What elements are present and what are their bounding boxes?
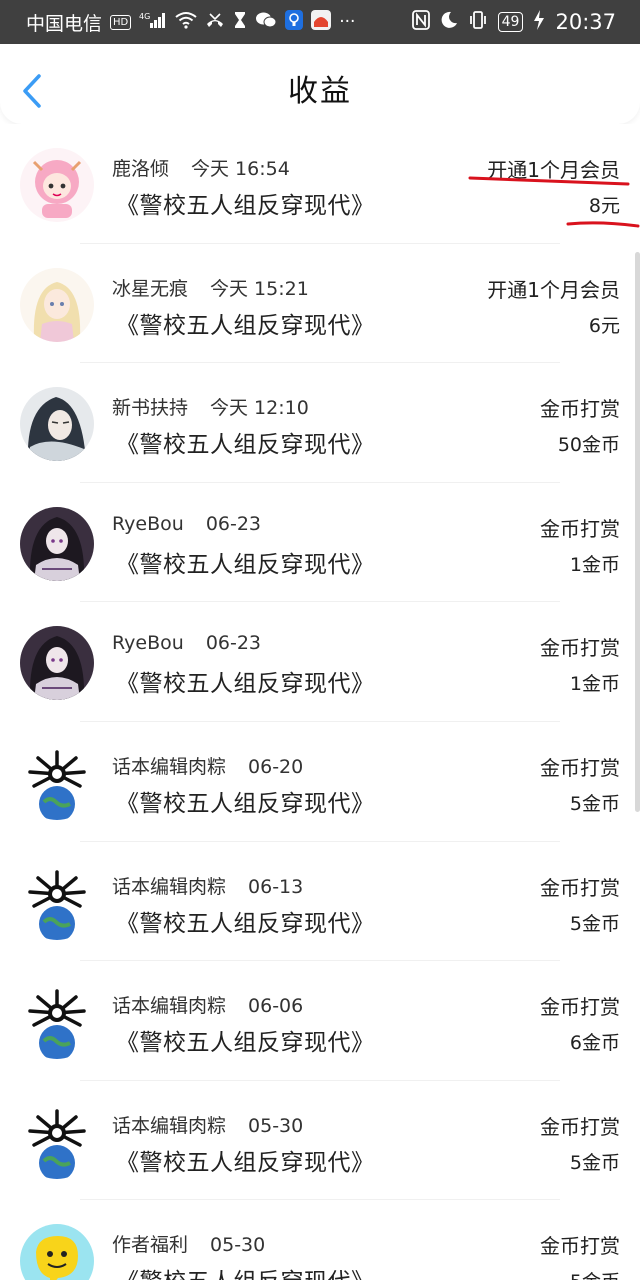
user-name: RyeBou 06-23 xyxy=(112,512,262,535)
earning-type: 金币打赏 xyxy=(540,995,620,1020)
list-item[interactable]: 新书扶持 今天 12:10 《警校五人组反穿现代》 金币打赏 50金币 xyxy=(0,363,640,483)
list-item[interactable]: 话本编辑肉粽 05-30 《警校五人组反穿现代》 金币打赏 5金币 xyxy=(0,1081,640,1201)
record-date: 06-06 xyxy=(248,995,304,1018)
charging-icon xyxy=(533,10,545,34)
earning-amount: 8元 xyxy=(588,195,620,217)
moon-icon xyxy=(440,11,458,33)
earning-type: 金币打赏 xyxy=(540,755,620,780)
earning-amount: 5金币 xyxy=(569,1151,620,1174)
record-date: 06-23 xyxy=(205,632,262,655)
avatar[interactable] xyxy=(20,745,94,820)
earning-type: 金币打赏 xyxy=(540,1234,620,1259)
avatar[interactable] xyxy=(20,1104,94,1179)
list-item[interactable]: 冰星无痕 今天 15:21 《警校五人组反穿现代》 开通1个月会员 6元 xyxy=(0,244,640,364)
list-item[interactable]: 鹿洛倾 今天 16:54 《警校五人组反穿现代》 开通1个月会员 8元 xyxy=(0,124,640,244)
record-date: 今天 12:10 xyxy=(210,397,309,420)
earning-amount: 1金币 xyxy=(569,673,620,696)
book-title: 《警校五人组反穿现代》 xyxy=(116,790,375,817)
app-icon xyxy=(311,10,332,34)
record-date: 05-30 xyxy=(248,1114,304,1137)
avatar[interactable] xyxy=(20,506,94,581)
earning-amount: 5金币 xyxy=(570,1267,620,1280)
earning-type: 金币打赏 xyxy=(540,636,620,661)
earnings-list[interactable]: 鹿洛倾 今天 16:54 《警校五人组反穿现代》 开通1个月会员 8元 冰星无痕今… xyxy=(0,124,640,1280)
user-name: 话本编辑肉粽 06-06 xyxy=(112,995,304,1018)
avatar[interactable] xyxy=(20,1224,94,1280)
avatar[interactable] xyxy=(20,865,94,940)
wifi-icon xyxy=(175,11,197,33)
user-name: 鹿洛倾 今天 16:54 xyxy=(112,158,290,180)
clock: 20:37 xyxy=(555,10,616,34)
earning-type: 开通1个月会员 xyxy=(487,158,620,182)
book-title: 《警校五人组反穿现代》 xyxy=(116,1262,375,1280)
avatar[interactable] xyxy=(20,985,94,1060)
list-item[interactable]: 话本编辑肉粽 06-06 《警校五人组反穿现代》 金币打赏 6金币 xyxy=(0,961,640,1081)
user-name: 话本编辑肉粽 05-30 xyxy=(112,1114,304,1137)
earning-type: 开通1个月会员 xyxy=(487,277,620,302)
signal-icon: 4G xyxy=(139,11,167,33)
record-date: 今天 15:21 xyxy=(210,277,309,300)
list-item[interactable]: 话本编辑肉粽 06-20 《警校五人组反穿现代》 金币打赏 5金币 xyxy=(0,722,640,842)
status-bar: 中国电信 HD 4G ··· 49 20:37 xyxy=(0,0,640,44)
more-icon: ··· xyxy=(339,11,356,32)
record-date: 05-30 xyxy=(210,1234,266,1257)
list-item[interactable]: 作者福利05-30 《警校五人组反穿现代》 金币打赏 5金币 xyxy=(0,1200,640,1280)
earning-type: 金币打赏 xyxy=(540,397,620,422)
avatar[interactable] xyxy=(20,267,94,342)
list-item[interactable]: RyeBou 06-23 《警校五人组反穿现代》 金币打赏 1金币 xyxy=(0,483,640,603)
vibrate-icon xyxy=(468,10,488,34)
battery-icon: 49 xyxy=(497,12,524,32)
avatar[interactable] xyxy=(20,626,94,701)
record-date: 06-23 xyxy=(205,512,262,535)
earning-amount: 6金币 xyxy=(569,1032,620,1055)
user-name: 新书扶持 今天 12:10 xyxy=(112,397,309,420)
earning-amount: 1金币 xyxy=(569,553,620,576)
wechat-icon xyxy=(255,11,277,33)
hourglass-icon xyxy=(233,11,247,33)
user-name: 话本编辑肉粽 06-20 xyxy=(112,755,304,778)
book-title: 《警校五人组反穿现代》 xyxy=(116,1149,375,1176)
book-title: 《警校五人组反穿现代》 xyxy=(116,551,375,578)
book-title: 《警校五人组反穿现代》 xyxy=(116,432,375,459)
earning-type: 金币打赏 xyxy=(540,516,620,541)
list-item[interactable]: RyeBou 06-23 《警校五人组反穿现代》 金币打赏 1金币 xyxy=(0,602,640,722)
nfc-icon xyxy=(411,10,430,34)
app-header: 收益 xyxy=(0,44,640,124)
carrier-label: 中国电信 xyxy=(26,12,103,35)
avatar[interactable] xyxy=(20,387,94,462)
record-date: 06-20 xyxy=(248,755,304,778)
earning-amount: 50金币 xyxy=(557,434,620,457)
user-name: 作者福利 05-30 xyxy=(112,1234,266,1257)
earning-amount: 6元 xyxy=(588,314,620,337)
page-title: 收益 xyxy=(288,74,352,109)
record-date: 今天 16:54 xyxy=(191,158,290,180)
book-title: 《警校五人组反穿现代》 xyxy=(116,1030,375,1057)
earning-amount: 5金币 xyxy=(569,792,620,815)
earning-amount: 5金币 xyxy=(569,912,620,935)
user-name: 冰星无痕 今天 15:21 xyxy=(112,277,309,300)
book-title: 《警校五人组反穿现代》 xyxy=(116,312,375,339)
svg-text:4G: 4G xyxy=(139,12,150,21)
notification-icon xyxy=(285,10,304,34)
earning-type: 金币打赏 xyxy=(540,875,620,900)
hd-icon: HD xyxy=(110,14,132,30)
book-title: 《警校五人组反穿现代》 xyxy=(116,910,375,937)
record-date: 06-13 xyxy=(248,875,304,898)
book-title: 《警校五人组反穿现代》 xyxy=(116,193,375,219)
scrollbar[interactable] xyxy=(635,252,640,812)
earning-type: 金币打赏 xyxy=(540,1114,620,1139)
avatar[interactable] xyxy=(20,148,94,222)
user-name: 话本编辑肉粽 06-13 xyxy=(112,875,304,898)
user-name: RyeBou 06-23 xyxy=(112,632,262,655)
book-title: 《警校五人组反穿现代》 xyxy=(116,671,375,698)
missed-call-icon xyxy=(205,11,225,33)
list-item[interactable]: 话本编辑肉粽 06-13 《警校五人组反穿现代》 金币打赏 5金币 xyxy=(0,842,640,962)
